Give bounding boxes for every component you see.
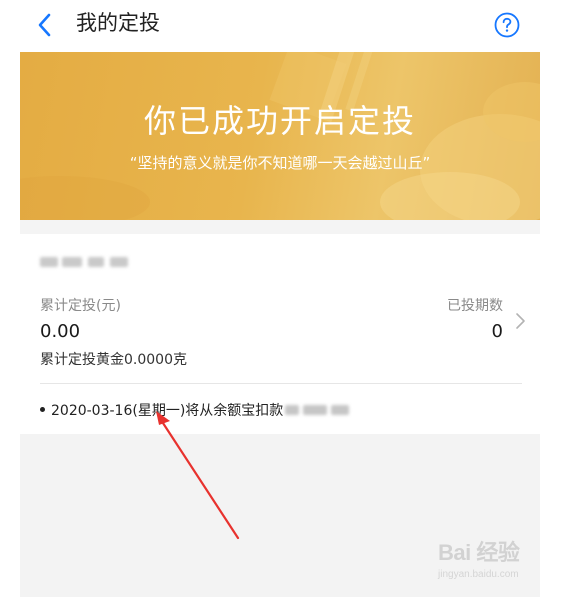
section-gap — [20, 220, 540, 234]
schedule-notice: 2020-03-16(星期一)将从余额宝扣款 — [40, 400, 353, 422]
chevron-left-icon — [38, 13, 51, 37]
banner-quote: “坚持的意义就是你不知道哪一天会越过山丘” — [129, 154, 431, 172]
total-invested-value: 0.00 — [40, 321, 81, 342]
question-circle-icon — [494, 12, 520, 38]
total-gold-text: 累计定投黄金0.0000克 — [40, 352, 187, 368]
banner-title: 你已成功开启定投 — [143, 102, 416, 140]
watermark-brand: Bai 经验 — [438, 540, 520, 565]
back-button[interactable] — [30, 10, 60, 40]
header-bar: 我的定投 — [0, 0, 568, 52]
success-banner: 你已成功开启定投 “坚持的意义就是你不知道哪一天会越过山丘” — [20, 52, 540, 220]
page-title: 我的定投 — [76, 11, 160, 35]
bullet-dot — [40, 407, 45, 412]
watermark-url: jingyan.baidu.com — [438, 569, 519, 580]
account-redacted — [283, 402, 353, 418]
schedule-text: 2020-03-16(星期一)将从余额宝扣款 — [51, 403, 284, 419]
periods-label: 已投期数 — [447, 298, 503, 314]
periods-link[interactable]: 已投期数 0 — [400, 290, 540, 352]
fund-name-redacted — [40, 254, 132, 270]
chevron-right-icon — [516, 313, 525, 329]
divider — [40, 383, 522, 384]
investment-card: 累计定投(元) 0.00 累计定投黄金0.0000克 已投期数 0 2020-0… — [20, 234, 540, 434]
total-invested-label: 累计定投(元) — [40, 298, 121, 314]
help-button[interactable] — [493, 11, 521, 39]
baidu-watermark: Bai 经验 jingyan.baidu.com — [438, 540, 548, 590]
periods-value: 0 — [491, 321, 503, 342]
